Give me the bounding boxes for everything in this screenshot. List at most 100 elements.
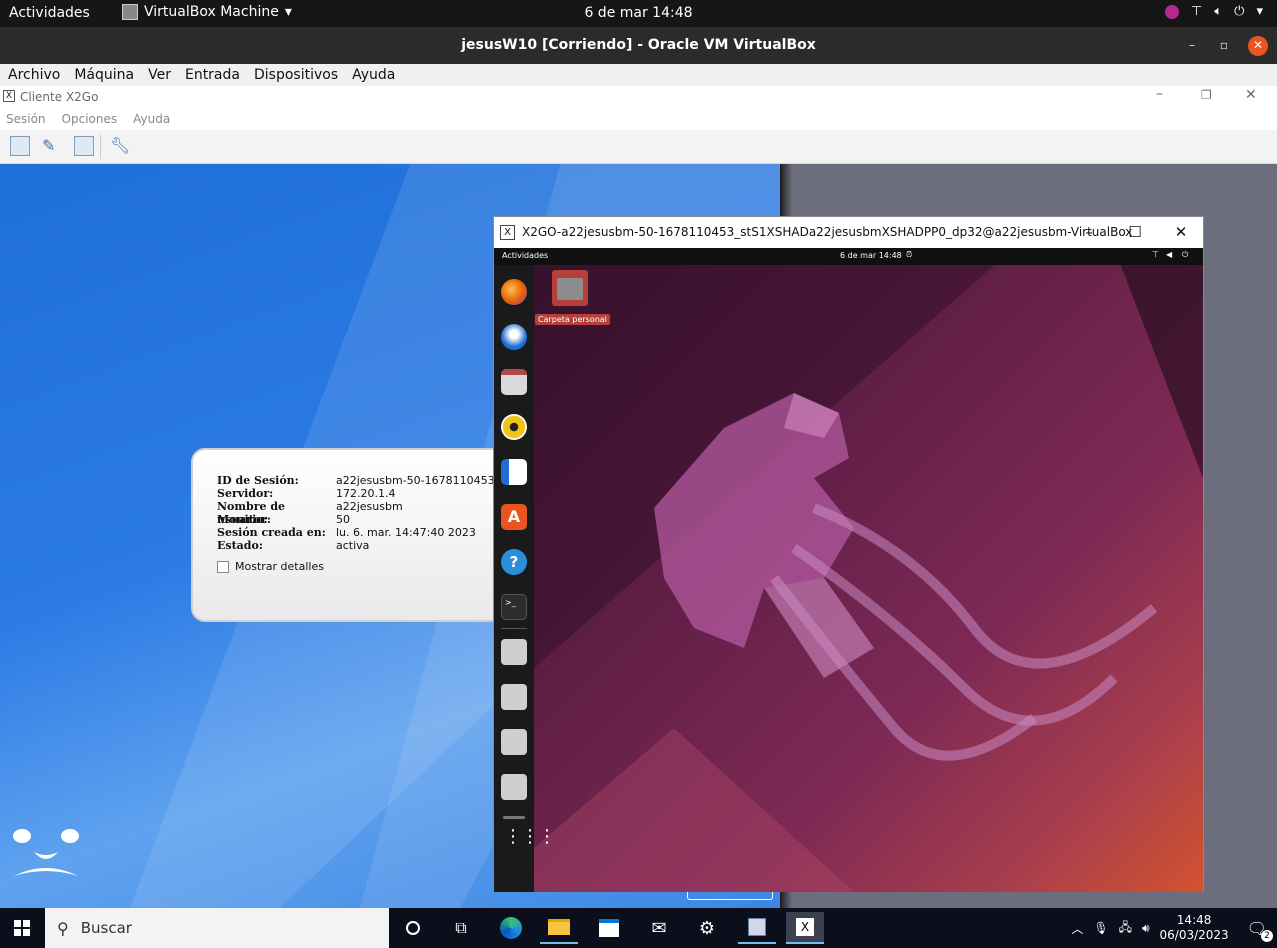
power-icon[interactable]: ⏻: [1234, 4, 1244, 19]
x2go-icon: X: [500, 225, 515, 240]
clock[interactable]: 6 de mar 14:48: [840, 251, 902, 260]
search-box[interactable]: ⚲ Buscar: [45, 908, 389, 948]
menu-maquina[interactable]: Máquina: [74, 67, 134, 83]
edit-session-icon[interactable]: ✎: [42, 136, 62, 156]
thunderbird-icon[interactable]: [501, 324, 527, 350]
x2go-session-taskbar-icon[interactable]: X: [786, 912, 824, 944]
system-tray[interactable]: ⊤ 🔈︎ ⏻ ▾: [1165, 4, 1263, 19]
firefox-icon[interactable]: [501, 279, 527, 305]
x2go-taskbar-icon[interactable]: [738, 912, 776, 944]
files-icon[interactable]: [501, 369, 527, 395]
file-explorer-icon[interactable]: [540, 912, 578, 944]
network-icon[interactable]: ⊤: [1152, 250, 1159, 259]
volume-icon[interactable]: ◀: [1166, 250, 1172, 259]
status-value: activa: [336, 539, 370, 552]
show-details-toggle[interactable]: Mostrar detalles: [217, 560, 324, 573]
maximize-button[interactable]: ▫: [1214, 36, 1234, 56]
task-view-icon[interactable]: ⧉: [442, 912, 480, 944]
store-icon[interactable]: [590, 912, 628, 944]
monitor-value: 50: [336, 513, 350, 526]
window-title: jesusW10 [Corriendo] - Oracle VM Virtual…: [461, 37, 816, 53]
disc-icon[interactable]: [501, 729, 527, 755]
notification-count: 2: [1261, 929, 1273, 942]
x2go-toolbar: ✎ 🔧︎: [0, 130, 1277, 164]
created-label: Sesión creada en:: [217, 526, 326, 539]
notifications-icon[interactable]: 🗨︎ 2: [1239, 919, 1273, 942]
monitor-label: Monitor:: [217, 513, 271, 526]
firefox-indicator-icon[interactable]: [1165, 4, 1180, 19]
network-icon[interactable]: ⊤: [1191, 4, 1202, 19]
minimize-button[interactable]: –: [1066, 217, 1112, 248]
x2go-remote-window: X X2GO-a22jesusbm-50-1678110453_stS1XSHA…: [493, 216, 1204, 892]
cortana-icon[interactable]: [394, 912, 432, 944]
menu-ayuda[interactable]: Ayuda: [133, 112, 170, 126]
close-button[interactable]: ✕: [1158, 217, 1203, 248]
clock[interactable]: 6 de mar 14:48: [0, 5, 1277, 21]
server-label: Servidor:: [217, 487, 274, 500]
restore-button[interactable]: ❐: [1201, 88, 1212, 102]
menu-archivo[interactable]: Archivo: [8, 67, 60, 83]
edge-icon[interactable]: [492, 912, 530, 944]
menu-sesion[interactable]: Sesión: [6, 112, 46, 126]
minimize-button[interactable]: –: [1156, 86, 1163, 102]
windows-taskbar: ⚲ Buscar ⧉ ✉︎ ⚙︎ X ︿ 🎙︎ 🖧︎ 🔊︎ 14:48 06/0…: [0, 908, 1277, 948]
wrench-icon[interactable]: 🔧︎: [110, 136, 130, 156]
network-icon[interactable]: 🖧︎: [1119, 918, 1132, 939]
ubuntu-top-bar: Actividades 6 de mar 14:48 ⏰︎ ⊤ ◀ ⏻: [494, 248, 1203, 265]
hidden-dialog-button[interactable]: [687, 892, 773, 900]
guest-screen: X Cliente X2Go – ❐ ✕ Sesión Opciones Ayu…: [0, 86, 1277, 948]
power-icon[interactable]: ⏻: [1182, 250, 1188, 260]
x2go-remote-title: X2GO-a22jesusbm-50-1678110453_stS1XSHADa…: [522, 225, 1133, 239]
x2go-client-menubar: Sesión Opciones Ayuda: [0, 108, 1277, 130]
session-settings-icon[interactable]: [74, 136, 94, 156]
vbox-titlebar: jesusW10 [Corriendo] - Oracle VM Virtual…: [0, 27, 1277, 64]
activities-button[interactable]: Actividades: [502, 251, 548, 260]
x2go-client-titlebar: X Cliente X2Go – ❐ ✕: [0, 86, 1277, 108]
created-value: lu. 6. mar. 14:47:40 2023: [336, 526, 476, 539]
search-icon: ⚲: [57, 918, 69, 938]
x2go-remote-titlebar: X X2GO-a22jesusbm-50-1678110453_stS1XSHA…: [494, 217, 1203, 248]
mail-icon[interactable]: ✉︎: [640, 912, 678, 944]
help-icon[interactable]: ?: [501, 549, 527, 575]
home-folder-label[interactable]: Carpeta personal: [535, 314, 610, 325]
server-value: 172.20.1.4: [336, 487, 396, 500]
apps-grid-icon[interactable]: ⋮⋮⋮: [504, 828, 556, 852]
clock-time: 14:48: [1176, 913, 1212, 927]
menu-ayuda[interactable]: Ayuda: [352, 67, 395, 83]
close-button[interactable]: ✕: [1248, 36, 1268, 56]
x2go-icon: X: [3, 90, 15, 102]
ubuntu-dock: A ? >_ ⋮⋮⋮: [494, 265, 556, 892]
chevron-up-icon[interactable]: ︿: [1071, 920, 1083, 937]
menu-entrada[interactable]: Entrada: [185, 67, 240, 83]
maximize-button[interactable]: ☐: [1112, 217, 1158, 248]
volume-icon[interactable]: 🔈︎: [1214, 4, 1222, 19]
settings-gear-icon[interactable]: ⚙︎: [688, 912, 726, 944]
x2go-client-title: Cliente X2Go: [20, 90, 99, 104]
disc-icon[interactable]: [501, 684, 527, 710]
windows-start-icon[interactable]: [14, 920, 30, 936]
menu-dispositivos[interactable]: Dispositivos: [254, 67, 338, 83]
disc-icon[interactable]: [501, 639, 527, 665]
show-details-label: Mostrar detalles: [235, 560, 324, 573]
writer-icon[interactable]: [501, 459, 527, 485]
chevron-down-icon[interactable]: ▾: [1256, 4, 1263, 19]
disc-icon[interactable]: [501, 774, 527, 800]
show-details-checkbox[interactable]: [217, 560, 229, 573]
software-icon[interactable]: A: [501, 504, 527, 530]
rhythmbox-icon[interactable]: [501, 414, 527, 440]
clock[interactable]: 14:48 06/03/2023: [1160, 913, 1229, 943]
new-session-icon[interactable]: [10, 136, 30, 156]
session-card[interactable]: ID de Sesión: a22jesusbm-50-1678110453_st…: [191, 448, 521, 622]
home-folder-icon[interactable]: [552, 270, 588, 306]
session-id-label: ID de Sesión:: [217, 474, 299, 487]
session-id-value: a22jesusbm-50-1678110453_stS: [336, 474, 518, 487]
alarm-icon[interactable]: ⏰︎: [906, 250, 912, 260]
volume-icon[interactable]: 🔊︎: [1142, 921, 1150, 936]
terminal-icon[interactable]: >_: [501, 594, 527, 620]
menu-ver[interactable]: Ver: [148, 67, 171, 83]
menu-opciones[interactable]: Opciones: [62, 112, 118, 126]
vbox-menubar: Archivo Máquina Ver Entrada Dispositivos…: [0, 64, 1277, 86]
microphone-icon[interactable]: 🎙︎: [1093, 921, 1108, 935]
close-button[interactable]: ✕: [1245, 87, 1257, 103]
minimize-button[interactable]: –: [1182, 36, 1202, 56]
